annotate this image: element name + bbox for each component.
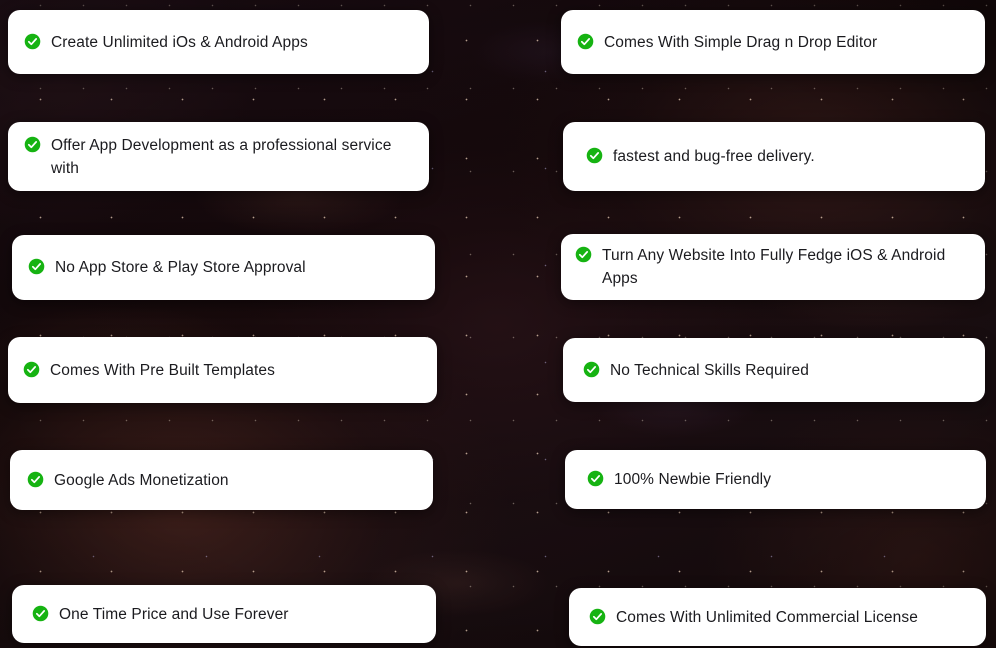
- check-circle-icon: [589, 608, 606, 624]
- feature-card[interactable]: Comes With Pre Built Templates: [8, 337, 437, 403]
- feature-card[interactable]: Offer App Development as a professional …: [8, 122, 429, 191]
- feature-card[interactable]: One Time Price and Use Forever: [12, 585, 436, 643]
- check-circle-icon: [28, 258, 45, 275]
- feature-label: Turn Any Website Into Fully Fedge iOS & …: [602, 247, 946, 287]
- feature-label: One Time Price and Use Forever: [59, 605, 289, 623]
- check-circle-icon: [23, 361, 40, 377]
- check-circle-icon: [24, 136, 41, 152]
- background-stars: [0, 0, 996, 648]
- feature-label: Google Ads Monetization: [54, 471, 229, 489]
- feature-label: Offer App Development as a professional …: [51, 136, 392, 177]
- feature-card[interactable]: Create Unlimited iOs & Android Apps: [8, 10, 429, 74]
- feature-card[interactable]: fastest and bug-free delivery.: [563, 122, 985, 191]
- feature-list-page: Create Unlimited iOs & Android Apps Offe…: [0, 0, 996, 648]
- feature-card[interactable]: No Technical Skills Required: [563, 338, 985, 402]
- background-vignette: [0, 0, 996, 648]
- feature-card[interactable]: Google Ads Monetization: [10, 450, 433, 510]
- background-wisps: [0, 0, 996, 648]
- feature-label: No Technical Skills Required: [610, 361, 809, 379]
- feature-card[interactable]: No App Store & Play Store Approval: [12, 235, 435, 300]
- feature-label: No App Store & Play Store Approval: [55, 259, 306, 276]
- feature-label: Comes With Simple Drag n Drop Editor: [604, 33, 878, 51]
- feature-card[interactable]: Comes With Unlimited Commercial License: [569, 588, 986, 646]
- feature-label: 100% Newbie Friendly: [614, 471, 772, 488]
- check-circle-icon: [587, 470, 604, 487]
- background-nebula: [0, 0, 996, 648]
- check-circle-icon: [27, 471, 44, 487]
- feature-label: Comes With Pre Built Templates: [50, 361, 275, 379]
- feature-card[interactable]: Turn Any Website Into Fully Fedge iOS & …: [561, 234, 985, 300]
- feature-card[interactable]: 100% Newbie Friendly: [565, 450, 986, 509]
- feature-card[interactable]: Comes With Simple Drag n Drop Editor: [561, 10, 985, 74]
- check-circle-icon: [586, 147, 603, 164]
- check-circle-icon: [583, 361, 600, 377]
- check-circle-icon: [32, 605, 49, 621]
- feature-label: Comes With Unlimited Commercial License: [616, 608, 918, 626]
- feature-label: fastest and bug-free delivery.: [613, 148, 815, 165]
- check-circle-icon: [24, 33, 41, 49]
- check-circle-icon: [577, 33, 594, 49]
- check-circle-icon: [575, 246, 592, 263]
- feature-label: Create Unlimited iOs & Android Apps: [51, 33, 308, 51]
